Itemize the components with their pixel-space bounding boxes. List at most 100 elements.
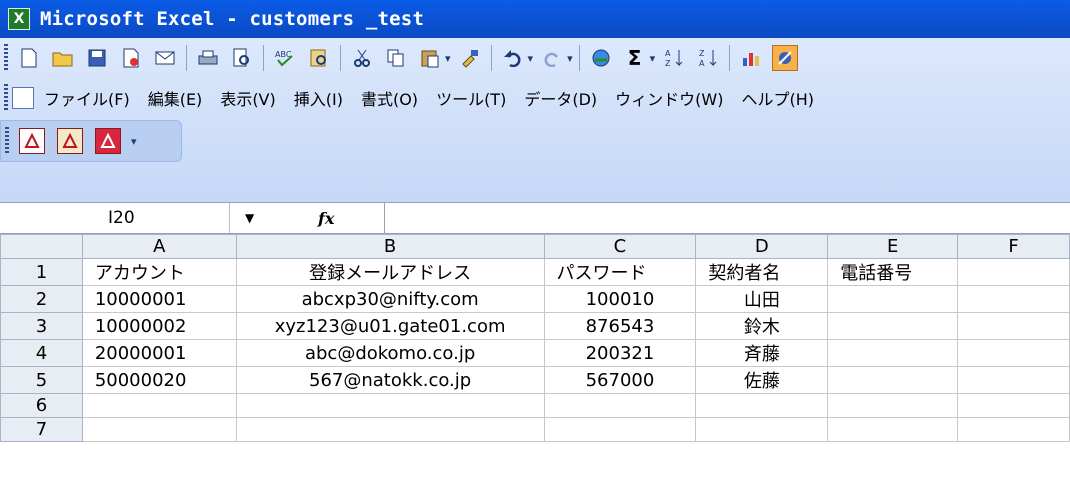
menu-insert[interactable]: 挿入(I): [294, 86, 343, 110]
format-painter-icon[interactable]: [457, 45, 483, 71]
cell[interactable]: [827, 285, 959, 313]
cell[interactable]: 200321: [543, 339, 697, 367]
cell[interactable]: パスワード: [543, 258, 697, 286]
cell[interactable]: [695, 417, 829, 442]
hyperlink-icon[interactable]: [588, 45, 614, 71]
cut-icon[interactable]: [349, 45, 375, 71]
row-header[interactable]: 2: [0, 285, 83, 313]
spelling-icon[interactable]: ABC: [272, 45, 298, 71]
cell[interactable]: [827, 417, 959, 442]
print-icon[interactable]: [195, 45, 221, 71]
copy-icon[interactable]: [383, 45, 409, 71]
chart-wizard-icon[interactable]: [738, 45, 764, 71]
print-preview-icon[interactable]: [229, 45, 255, 71]
menu-view[interactable]: 表示(V): [220, 86, 275, 110]
cell[interactable]: [827, 393, 959, 418]
menu-file[interactable]: ファイル(F): [44, 86, 130, 110]
cell[interactable]: 佐藤: [695, 366, 829, 394]
open-icon[interactable]: [50, 45, 76, 71]
sort-descending-icon[interactable]: ZA: [695, 45, 721, 71]
menu-edit[interactable]: 編集(E): [148, 86, 203, 110]
menu-window[interactable]: ウィンドウ(W): [615, 86, 723, 110]
column-header-a[interactable]: A: [81, 234, 237, 259]
redo-icon[interactable]: [539, 45, 565, 71]
cell[interactable]: 登録メールアドレス: [235, 258, 545, 286]
cell[interactable]: [543, 417, 697, 442]
email-icon[interactable]: [152, 45, 178, 71]
research-icon[interactable]: [306, 45, 332, 71]
row-header[interactable]: 3: [0, 312, 83, 340]
chevron-down-icon[interactable]: ▼: [245, 203, 254, 233]
fx-icon[interactable]: fx: [318, 203, 334, 233]
cell[interactable]: 50000020: [81, 366, 237, 394]
cell[interactable]: [957, 393, 1070, 418]
row-header[interactable]: 6: [0, 393, 83, 418]
undo-icon[interactable]: [500, 45, 526, 71]
name-box[interactable]: I20: [0, 203, 230, 233]
row-header[interactable]: 5: [0, 366, 83, 394]
cell[interactable]: 20000001: [81, 339, 237, 367]
cell[interactable]: 567@natokk.co.jp: [235, 366, 545, 394]
column-header-e[interactable]: E: [827, 234, 959, 259]
cell[interactable]: [957, 339, 1070, 367]
column-header-d[interactable]: D: [695, 234, 829, 259]
toolbar-options-icon[interactable]: ▾: [131, 135, 137, 148]
menu-format[interactable]: 書式(O): [361, 86, 418, 110]
autosum-icon[interactable]: Σ: [622, 45, 648, 71]
toolbar-grip[interactable]: [4, 84, 8, 112]
drawing-icon[interactable]: [772, 45, 799, 71]
cell[interactable]: [543, 393, 697, 418]
cell[interactable]: 鈴木: [695, 312, 829, 340]
row-header[interactable]: 4: [0, 339, 83, 367]
cell[interactable]: [81, 417, 237, 442]
column-header-c[interactable]: C: [543, 234, 697, 259]
menu-tools[interactable]: ツール(T): [436, 86, 506, 110]
cell[interactable]: 567000: [543, 366, 697, 394]
cell[interactable]: xyz123@u01.gate01.com: [235, 312, 545, 340]
cell[interactable]: 山田: [695, 285, 829, 313]
paste-icon[interactable]: [417, 45, 443, 71]
chevron-down-icon[interactable]: ▾: [445, 52, 451, 65]
cell[interactable]: 斉藤: [695, 339, 829, 367]
select-all-corner[interactable]: [0, 234, 83, 259]
cell[interactable]: 100010: [543, 285, 697, 313]
document-icon[interactable]: [12, 87, 34, 109]
cell[interactable]: [957, 285, 1070, 313]
chevron-down-icon[interactable]: ▾: [567, 52, 573, 65]
cell[interactable]: アカウント: [81, 258, 237, 286]
pdf-review-icon[interactable]: [95, 128, 121, 154]
menu-data[interactable]: データ(D): [524, 86, 597, 110]
cell[interactable]: [235, 393, 545, 418]
chevron-down-icon[interactable]: ▾: [528, 52, 534, 65]
cell[interactable]: abcxp30@nifty.com: [235, 285, 545, 313]
cell[interactable]: abc@dokomo.co.jp: [235, 339, 545, 367]
cell[interactable]: 10000002: [81, 312, 237, 340]
pdf-mail-icon[interactable]: [57, 128, 83, 154]
pdf-convert-icon[interactable]: [19, 128, 45, 154]
new-icon[interactable]: [16, 45, 42, 71]
cell[interactable]: [827, 339, 959, 367]
cell[interactable]: [957, 417, 1070, 442]
cell[interactable]: [695, 393, 829, 418]
row-header[interactable]: 1: [0, 258, 83, 286]
excel-app-icon[interactable]: X: [8, 8, 30, 30]
cell[interactable]: [957, 312, 1070, 340]
chevron-down-icon[interactable]: ▾: [650, 52, 656, 65]
save-icon[interactable]: [84, 45, 110, 71]
cell[interactable]: [81, 393, 237, 418]
cell[interactable]: 876543: [543, 312, 697, 340]
cell[interactable]: [957, 258, 1070, 286]
column-header-f[interactable]: F: [957, 234, 1070, 259]
cell[interactable]: 電話番号: [827, 258, 959, 286]
sort-ascending-icon[interactable]: AZ: [661, 45, 687, 71]
cell[interactable]: 10000001: [81, 285, 237, 313]
permission-icon[interactable]: [118, 45, 144, 71]
column-header-b[interactable]: B: [235, 234, 545, 259]
cell[interactable]: [957, 366, 1070, 394]
cell[interactable]: [827, 366, 959, 394]
toolbar-grip[interactable]: [4, 44, 8, 72]
row-header[interactable]: 7: [0, 417, 83, 442]
cell[interactable]: [827, 312, 959, 340]
menu-help[interactable]: ヘルプ(H): [741, 86, 814, 110]
toolbar-grip[interactable]: [5, 127, 9, 155]
